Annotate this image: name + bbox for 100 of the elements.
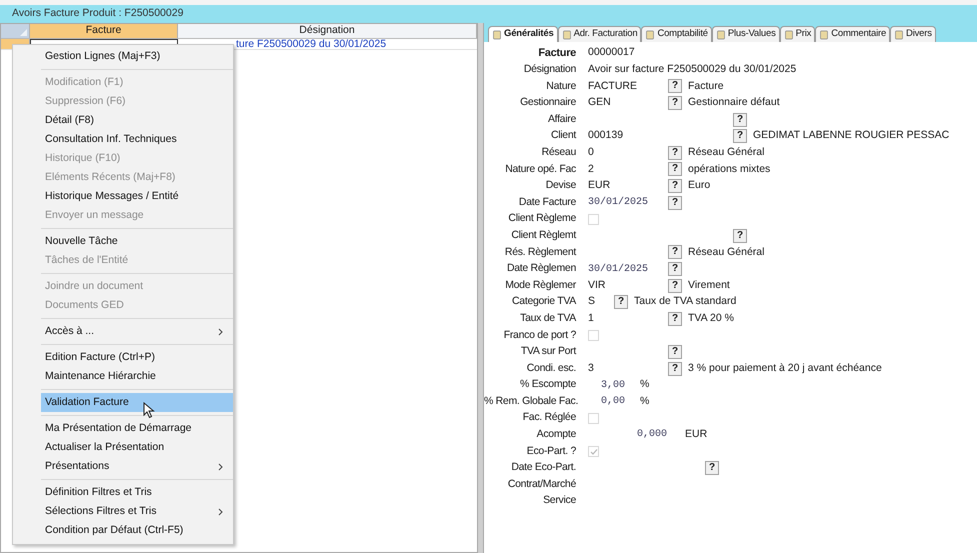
field-label: Franco de port ?	[502, 328, 576, 343]
field-description: TVA 20 %	[688, 310, 734, 326]
field-label: Fac. Réglée	[522, 410, 576, 426]
menu-item[interactable]: Présentations	[41, 457, 233, 476]
field-label: Rés. Règlement	[504, 244, 576, 260]
help-button[interactable]: ?	[668, 245, 682, 260]
field-label: Réseau	[540, 144, 576, 160]
tab-icon	[784, 30, 794, 40]
menu-item[interactable]: Condition par Défaut (Ctrl-F5)	[41, 521, 233, 540]
tab-icon	[819, 30, 830, 40]
tab[interactable]: Comptabilité	[641, 26, 712, 42]
help-button[interactable]: ?	[668, 344, 682, 359]
menu-item[interactable]: Validation Facture	[41, 393, 233, 412]
field-label: Acompte	[536, 427, 576, 442]
menu-item[interactable]: Consultation Inf. Techniques	[41, 130, 233, 149]
field-label: Client	[550, 128, 576, 144]
chevron-right-icon	[218, 508, 223, 516]
checkbox[interactable]	[588, 412, 599, 424]
field-label: Date Règlemen	[506, 261, 576, 276]
field-description: GEDIMAT LABENNE ROUGIER PESSAC	[753, 128, 950, 144]
field-label: TVA sur Port	[520, 344, 576, 360]
tab[interactable]: Adr. Facturation	[558, 26, 642, 42]
field-description: Virement	[688, 278, 730, 293]
field-value: 0,00	[600, 395, 625, 410]
field-description: Taux de TVA standard	[634, 294, 736, 310]
column-header[interactable]: Désignation	[178, 24, 477, 38]
field-label: Service	[542, 493, 576, 508]
field-description: Gestionnaire défaut	[688, 95, 780, 110]
help-button[interactable]: ?	[733, 129, 747, 144]
field-label: Taux de TVA	[519, 310, 576, 326]
tab-icon	[562, 30, 572, 40]
field-value: 000139	[588, 128, 624, 144]
field-value: 30/01/2025	[588, 262, 648, 277]
field-label: Eco-Part. ?	[526, 444, 576, 459]
field-label: Categorie TVA	[511, 294, 576, 310]
field-label: Affaire	[546, 112, 576, 127]
help-button[interactable]: ?	[668, 196, 682, 210]
help-button[interactable]: ?	[668, 262, 682, 276]
tab[interactable]: Généralités	[488, 26, 558, 42]
field-label: Désignation	[522, 62, 576, 78]
menu-item[interactable]: Actualiser la Présentation	[41, 438, 233, 457]
field-description: Réseau Général	[688, 244, 764, 260]
chevron-right-icon	[218, 328, 223, 336]
field-value: VIR	[588, 278, 606, 293]
help-button[interactable]: ?	[668, 146, 682, 160]
menu-item[interactable]: Edition Facture (Ctrl+P)	[41, 348, 233, 367]
check-icon	[590, 448, 598, 456]
menu-item[interactable]: Accès à ...	[41, 322, 233, 341]
field-label: Date Eco-Part.	[510, 460, 576, 476]
tab[interactable]: Commentaire	[815, 26, 890, 42]
triangle-icon	[20, 29, 27, 36]
field-value: 00000017	[588, 45, 635, 60]
column-header[interactable]: Facture	[30, 24, 178, 38]
help-button[interactable]: ?	[614, 295, 628, 310]
chevron-right-icon	[218, 462, 223, 470]
help-button[interactable]: ?	[705, 461, 719, 476]
field-value: GEN	[588, 95, 611, 110]
help-button[interactable]: ?	[733, 112, 747, 127]
field-label: Contrat/Marché	[506, 476, 576, 492]
unit-label: %	[640, 394, 650, 409]
help-button[interactable]: ?	[668, 79, 682, 94]
field-description: opérations mixtes	[688, 162, 770, 177]
checkbox[interactable]	[588, 330, 599, 341]
tab[interactable]: Prix	[780, 26, 816, 42]
help-button[interactable]: ?	[668, 179, 682, 194]
pointer-cursor-icon	[143, 402, 155, 419]
field-label: Date Facture	[518, 194, 576, 210]
help-button[interactable]: ?	[668, 162, 682, 176]
tab[interactable]: Divers	[890, 26, 936, 42]
tab-icon	[645, 30, 656, 40]
field-value: Avoir sur facture F250500029 du 30/01/2025	[588, 62, 796, 78]
menu-item[interactable]: Ma Présentation de Démarrage	[41, 419, 233, 438]
help-button[interactable]: ?	[668, 278, 682, 293]
menu-item[interactable]: Maintenance Hiérarchie	[41, 367, 233, 386]
field-value: 0,000	[636, 428, 667, 442]
menu-item[interactable]: Nouvelle Tâche	[41, 232, 233, 251]
menu-item[interactable]: Historique Messages / Entité	[41, 187, 233, 206]
checkbox[interactable]	[588, 446, 599, 458]
tab-icon	[716, 30, 726, 40]
field-label: Condi. esc.	[526, 360, 576, 376]
field-label: % Escompte	[519, 377, 576, 392]
menu-item[interactable]: Gestion Lignes (Maj+F3)	[13, 47, 233, 66]
help-button[interactable]: ?	[668, 96, 682, 110]
menu-item[interactable]: Détail (F8)	[41, 111, 233, 130]
field-label: Nature	[545, 78, 576, 94]
unit-label: %	[640, 377, 650, 392]
window-title: Avoirs Facture Produit : F250500029	[12, 6, 184, 22]
menu-item[interactable]: Sélections Filtres et Tris	[41, 502, 233, 521]
field-label: Nature opé. Fac	[504, 162, 576, 177]
help-button[interactable]: ?	[668, 312, 682, 326]
field-description: Réseau Général	[688, 144, 764, 160]
field-value: 30/01/2025	[588, 196, 648, 210]
help-button[interactable]: ?	[733, 228, 747, 243]
checkbox[interactable]	[588, 214, 599, 225]
field-value: 2	[588, 162, 594, 177]
menu-item[interactable]: Définition Filtres et Tris	[41, 483, 233, 502]
tab-icon	[894, 30, 904, 40]
tab[interactable]: Plus-Values	[712, 26, 780, 42]
help-button[interactable]: ?	[668, 362, 682, 376]
tab-icon	[492, 30, 502, 40]
